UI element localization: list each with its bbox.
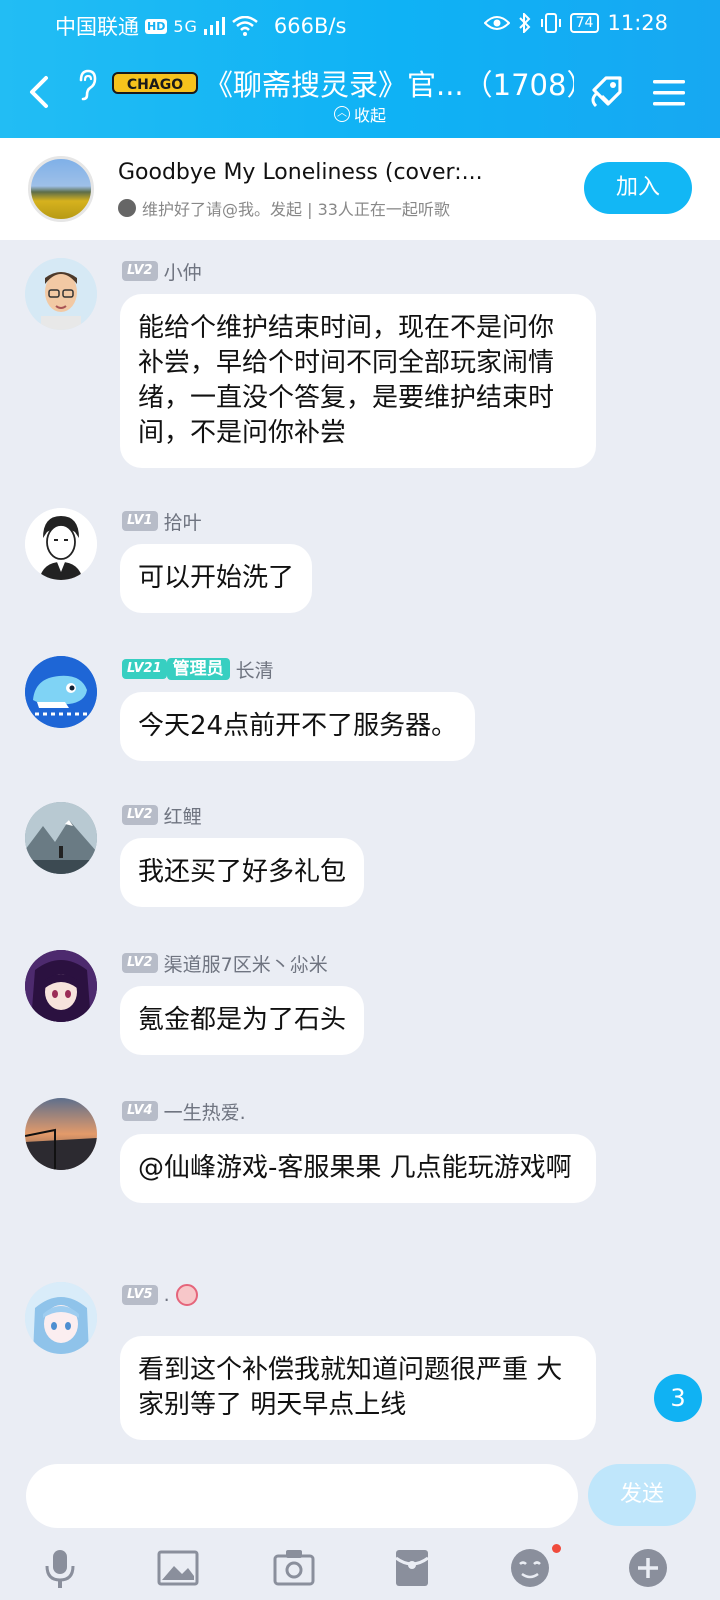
level-badge: LV21 xyxy=(122,659,167,679)
image-icon[interactable] xyxy=(156,1546,200,1590)
battery-level: 74 xyxy=(569,13,600,33)
sender-name[interactable]: 一生热爱. xyxy=(164,1098,246,1125)
join-button[interactable]: 加入 xyxy=(584,162,692,214)
message-bubble[interactable]: 可以开始洗了 xyxy=(120,544,313,613)
red-packet-icon[interactable] xyxy=(390,1546,434,1590)
chat-header: 中国联通 HD 5G 666B/s 74 11:28 CHAGO 《聊斋搜灵录》… xyxy=(0,0,720,138)
sender-meta: LV1 拾叶 xyxy=(122,508,202,534)
sender-meta: LV2 渠道服7区米丶尛米 xyxy=(122,950,328,976)
share-icon[interactable] xyxy=(584,70,628,114)
unread-count-badge[interactable]: 3 xyxy=(654,1374,702,1422)
chevron-up-icon: ︿ xyxy=(334,106,350,122)
group-title[interactable]: 《聊斋搜灵录》官...（1708） xyxy=(204,62,574,104)
level-badge: LV2 xyxy=(122,953,158,973)
ear-icon[interactable] xyxy=(74,68,100,102)
status-bar: 中国联通 HD 5G 666B/s 74 11:28 xyxy=(0,0,720,50)
eye-icon xyxy=(483,16,510,30)
microphone-icon[interactable] xyxy=(38,1546,82,1590)
level-badge: LV2 xyxy=(122,261,158,281)
message-bubble[interactable]: 氪金都是为了石头 xyxy=(120,986,365,1055)
sender-meta: LV2 红鲤 xyxy=(122,802,202,828)
avatar[interactable] xyxy=(25,802,97,874)
title-bar: CHAGO 《聊斋搜灵录》官...（1708） ︿ 收起 xyxy=(0,58,720,138)
signal-icon xyxy=(203,17,225,35)
song-title: Goodbye My Loneliness (cover:... xyxy=(118,160,483,185)
sender-meta: LV5 . xyxy=(122,1282,198,1308)
send-button[interactable]: 发送 xyxy=(588,1464,696,1526)
message-bubble[interactable]: 今天24点前开不了服务器。 xyxy=(120,692,476,761)
collapse-button[interactable]: ︿ 收起 xyxy=(334,102,386,126)
avatar[interactable] xyxy=(25,656,97,728)
listen-info: 维护好了请@我。发起 | 33人正在一起听歌 xyxy=(118,196,450,220)
new-indicator-dot xyxy=(552,1544,561,1553)
sender-name[interactable]: 拾叶 xyxy=(164,508,202,535)
message-input[interactable] xyxy=(26,1464,578,1528)
album-cover xyxy=(28,156,94,222)
wifi-icon xyxy=(232,16,258,36)
bluetooth-icon xyxy=(518,13,531,33)
sender-name[interactable]: . xyxy=(164,1284,170,1306)
listen-subtitle: 维护好了请@我。发起 | 33人正在一起听歌 xyxy=(142,200,450,219)
sender-meta: LV21 管理员 长清 xyxy=(122,656,274,682)
message-bubble[interactable]: 能给个维护结束时间，现在不是问你补尝，早给个时间不同全部玩家闹情绪，一直没个答复… xyxy=(120,294,596,468)
sender-meta: LV4 一生热爱. xyxy=(122,1098,246,1124)
camera-icon[interactable] xyxy=(272,1546,316,1590)
admin-role-badge: 管理员 xyxy=(166,658,230,680)
emoji-icon[interactable] xyxy=(508,1546,552,1590)
plus-icon[interactable] xyxy=(626,1546,670,1590)
signal-label: 5G xyxy=(173,16,198,36)
hd-badge: HD xyxy=(145,18,168,34)
avatar[interactable] xyxy=(25,258,97,330)
network-speed: 666B/s xyxy=(273,14,347,38)
sender-name[interactable]: 小仲 xyxy=(164,258,202,285)
level-badge: LV2 xyxy=(122,805,158,825)
menu-icon[interactable] xyxy=(652,78,686,108)
group-logo: CHAGO xyxy=(112,72,198,94)
listen-together-bar[interactable]: Goodbye My Loneliness (cover:... 维护好了请@我… xyxy=(0,138,720,240)
avatar[interactable] xyxy=(25,1098,97,1170)
avatar[interactable] xyxy=(25,508,97,580)
sender-name[interactable]: 红鲤 xyxy=(164,802,202,829)
avatar[interactable] xyxy=(25,950,97,1022)
sender-meta: LV2 小仲 xyxy=(122,258,202,284)
flower-emoji-icon xyxy=(175,1284,198,1306)
message-bubble[interactable]: 看到这个补偿我就知道问题很严重 大家别等了 明天早点上线 xyxy=(120,1336,596,1440)
level-badge: LV4 xyxy=(122,1101,158,1121)
message-bubble[interactable]: 我还买了好多礼包 xyxy=(120,838,365,907)
level-badge: LV5 xyxy=(122,1285,158,1305)
back-icon[interactable] xyxy=(24,72,54,112)
level-badge: LV1 xyxy=(122,511,158,531)
sender-name[interactable]: 渠道服7区米丶尛米 xyxy=(164,950,328,977)
clock: 11:28 xyxy=(607,11,668,35)
collapse-label: 收起 xyxy=(354,106,387,125)
vibrate-icon xyxy=(540,13,561,33)
message-bubble[interactable]: @仙峰游戏-客服果果 几点能玩游戏啊 xyxy=(120,1134,596,1203)
initiator-avatar xyxy=(118,199,136,217)
carrier-label: 中国联通 xyxy=(55,15,139,39)
avatar[interactable] xyxy=(25,1282,97,1354)
sender-name[interactable]: 长清 xyxy=(236,656,274,683)
input-area: 发送 xyxy=(0,1450,720,1600)
input-toolbar xyxy=(0,1544,720,1600)
